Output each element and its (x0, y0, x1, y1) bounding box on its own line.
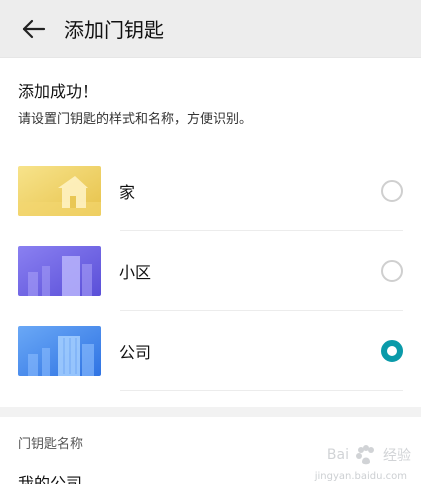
watermark-url: jingyan.baidu.com (314, 471, 407, 482)
radio-unchecked-icon[interactable] (381, 260, 403, 282)
radio-unchecked-icon[interactable] (381, 180, 403, 202)
page-title: 添加门钥匙 (64, 18, 164, 42)
baidu-jingyan-watermark: Bai 经验 (327, 442, 411, 468)
success-title: 添加成功！ (18, 82, 99, 101)
option-label: 家 (119, 183, 136, 202)
option-label: 小区 (119, 263, 152, 282)
back-button[interactable] (16, 11, 52, 47)
style-options-list: 家 小区 公司 (0, 151, 421, 391)
arrow-left-icon (22, 19, 46, 38)
house-thumbnail (18, 166, 101, 216)
app-root: 添加门钥匙 添加成功！ 请设置门钥匙的样式和名称，方便识别。 家 小区 公司 门… (0, 0, 421, 484)
watermark-text-left: Bai (326, 447, 349, 463)
community-thumbnail (18, 246, 101, 296)
option-community[interactable]: 小区 (0, 231, 421, 311)
divider (120, 390, 403, 391)
watermark-text-right: 经验 (383, 448, 411, 464)
option-company[interactable]: 公司 (0, 311, 421, 391)
app-header: 添加门钥匙 (0, 0, 421, 58)
radio-checked-icon[interactable] (381, 340, 403, 362)
company-thumbnail (18, 326, 101, 376)
option-home[interactable]: 家 (0, 151, 421, 231)
section-separator (0, 407, 421, 417)
instruction-text: 请设置门钥匙的样式和名称，方便识别。 (18, 112, 253, 127)
paw-icon (356, 445, 374, 465)
option-label: 公司 (119, 343, 152, 362)
